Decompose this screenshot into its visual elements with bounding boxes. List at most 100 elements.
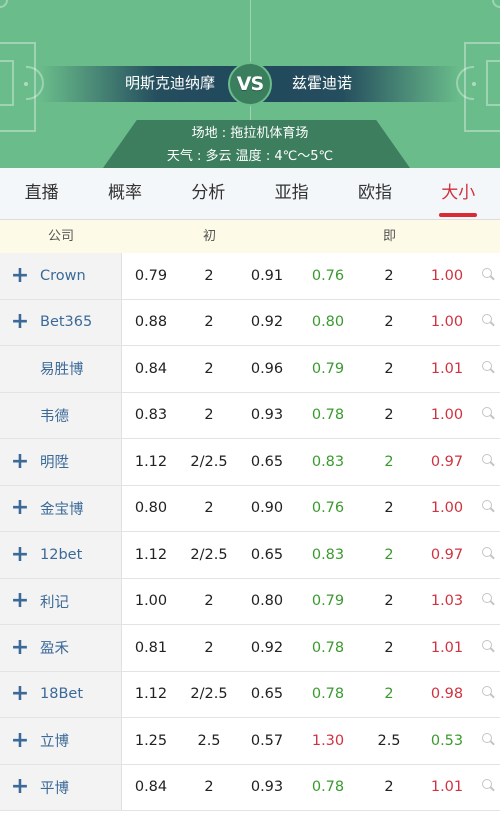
expand-plus-icon[interactable]: + (0, 497, 40, 519)
search-icon (481, 406, 495, 420)
pitch-corner-arc (0, 0, 8, 8)
tab-label: 直播 (24, 183, 59, 203)
company-cell[interactable]: +易胜博 (0, 346, 122, 392)
expand-plus-icon[interactable]: + (0, 264, 40, 287)
away-team-name[interactable]: 兹霍迪诺 (292, 72, 442, 94)
live-under-odds: 1.01 (430, 360, 464, 377)
pitch-penalty-spot-right (472, 82, 476, 86)
detail-search-button[interactable] (476, 267, 500, 285)
initial-over-odds: 0.84 (134, 779, 168, 796)
initial-over-odds: 1.00 (134, 593, 168, 610)
live-under-odds: 1.00 (430, 314, 464, 331)
vs-badge: VS (228, 62, 272, 106)
search-icon (481, 453, 495, 467)
table-row[interactable]: +韦德 0.83 2 0.93 0.78 2 1.00 (0, 392, 500, 439)
detail-search-button[interactable] (476, 732, 500, 750)
expand-plus-icon[interactable]: + (0, 311, 40, 333)
company-cell[interactable]: + Crown (0, 253, 122, 299)
detail-search-button[interactable] (476, 546, 500, 564)
search-icon (481, 732, 495, 746)
expand-plus-icon[interactable]: + (0, 683, 40, 705)
table-row[interactable]: + 金宝博 0.80 2 0.90 0.76 2 1.00 (0, 485, 500, 532)
initial-under-odds: 0.93 (250, 407, 284, 424)
company-cell[interactable]: + 金宝博 (0, 485, 122, 531)
tab-analysis[interactable]: 分析 (167, 168, 250, 219)
live-over-odds: 0.78 (311, 639, 345, 656)
detail-search-button[interactable] (476, 499, 500, 517)
company-cell[interactable]: +韦德 (0, 392, 122, 438)
company-name: Crown (40, 267, 86, 284)
tab-asian-handicap[interactable]: 亚指 (250, 168, 333, 219)
table-row[interactable]: + 平博 0.84 2 0.93 0.78 2 1.01 (0, 764, 500, 811)
initial-over-odds: 0.84 (134, 360, 168, 377)
detail-search-button[interactable] (476, 685, 500, 703)
tab-label: 亚指 (274, 183, 309, 203)
detail-search-button[interactable] (476, 453, 500, 471)
live-goal-line: 2.5 (377, 732, 401, 749)
pitch-penalty-spot-left (24, 82, 28, 86)
expand-plus-icon[interactable]: + (0, 636, 40, 659)
tab-over-under[interactable]: 大小 (417, 168, 500, 219)
expand-plus-icon[interactable]: + (0, 450, 40, 473)
live-under-odds: 1.00 (430, 407, 464, 424)
expand-plus-icon[interactable]: + (0, 729, 40, 752)
initial-goal-line: 2.5 (197, 732, 221, 749)
table-row[interactable]: +易胜博 0.84 2 0.96 0.79 2 1.01 (0, 346, 500, 393)
initial-under-odds: 0.91 (250, 267, 284, 284)
live-under-odds: 1.01 (430, 779, 464, 796)
column-headers: 公司 初 即 (0, 220, 500, 253)
table-row[interactable]: + Bet365 0.88 2 0.92 0.80 2 1.00 (0, 299, 500, 346)
table-row[interactable]: + 利记 1.00 2 0.80 0.79 2 1.03 (0, 578, 500, 625)
initial-goal-line: 2 (204, 360, 214, 377)
initial-goal-line: 2/2.5 (190, 546, 228, 563)
company-cell[interactable]: + 盈禾 (0, 625, 122, 671)
live-goal-line: 2 (384, 267, 394, 284)
home-team-name[interactable]: 明斯克迪纳摩 (80, 72, 215, 94)
company-name: Bet365 (40, 314, 93, 331)
column-header-company: 公司 (47, 229, 74, 244)
column-header-live: 即 (382, 229, 396, 244)
detail-search-button[interactable] (476, 778, 500, 796)
detail-search-button[interactable] (476, 313, 500, 331)
column-header-initial: 初 (202, 229, 216, 244)
expand-plus-icon[interactable]: + (0, 543, 40, 566)
live-over-odds: 0.80 (311, 314, 345, 331)
table-row[interactable]: + Crown 0.79 2 0.91 0.76 2 1.00 (0, 253, 500, 300)
tab-european-odds[interactable]: 欧指 (333, 168, 416, 219)
weather-text: 天气 : 多云 温度 : 4℃～5℃ (166, 149, 334, 164)
live-goal-line: 2 (384, 407, 394, 424)
company-cell[interactable]: + 平博 (0, 764, 122, 810)
table-row[interactable]: + 盈禾 0.81 2 0.92 0.78 2 1.01 (0, 625, 500, 672)
live-over-odds: 0.79 (311, 360, 345, 377)
company-cell[interactable]: + Bet365 (0, 299, 122, 345)
initial-goal-line: 2 (204, 779, 214, 796)
company-name: 盈禾 (40, 641, 69, 658)
table-row[interactable]: + 明陞 1.12 2/2.5 0.65 0.83 2 0.97 (0, 439, 500, 486)
table-row[interactable]: +12bet 1.12 2/2.5 0.65 0.83 2 0.97 (0, 532, 500, 579)
tab-live[interactable]: 直播 (0, 168, 83, 219)
tab-probability[interactable]: 概率 (83, 168, 166, 219)
tab-label: 欧指 (357, 183, 392, 203)
initial-under-odds: 0.65 (250, 546, 284, 563)
company-cell[interactable]: + 立博 (0, 718, 122, 764)
detail-search-button[interactable] (476, 360, 500, 378)
company-cell[interactable]: +18Bet (0, 671, 122, 717)
table-row[interactable]: +18Bet 1.12 2/2.5 0.65 0.78 2 0.98 (0, 671, 500, 718)
table-row[interactable]: + 立博 1.25 2.5 0.57 1.30 2.5 0.53 (0, 718, 500, 765)
tab-label: 大小 (441, 183, 476, 203)
tab-label: 概率 (107, 183, 142, 203)
live-goal-line: 2 (384, 453, 394, 470)
detail-search-button[interactable] (476, 592, 500, 610)
initial-goal-line: 2 (204, 267, 214, 284)
detail-search-button[interactable] (476, 406, 500, 424)
detail-search-button[interactable] (476, 639, 500, 657)
search-icon (481, 592, 495, 606)
search-icon (481, 313, 495, 327)
expand-plus-icon[interactable]: + (0, 776, 40, 798)
company-cell[interactable]: + 利记 (0, 578, 122, 624)
company-cell[interactable]: + 明陞 (0, 439, 122, 485)
expand-plus-icon[interactable]: + (0, 590, 40, 612)
pitch-corner-arc (492, 0, 500, 8)
live-over-odds: 0.76 (311, 267, 345, 284)
company-cell[interactable]: +12bet (0, 532, 122, 578)
